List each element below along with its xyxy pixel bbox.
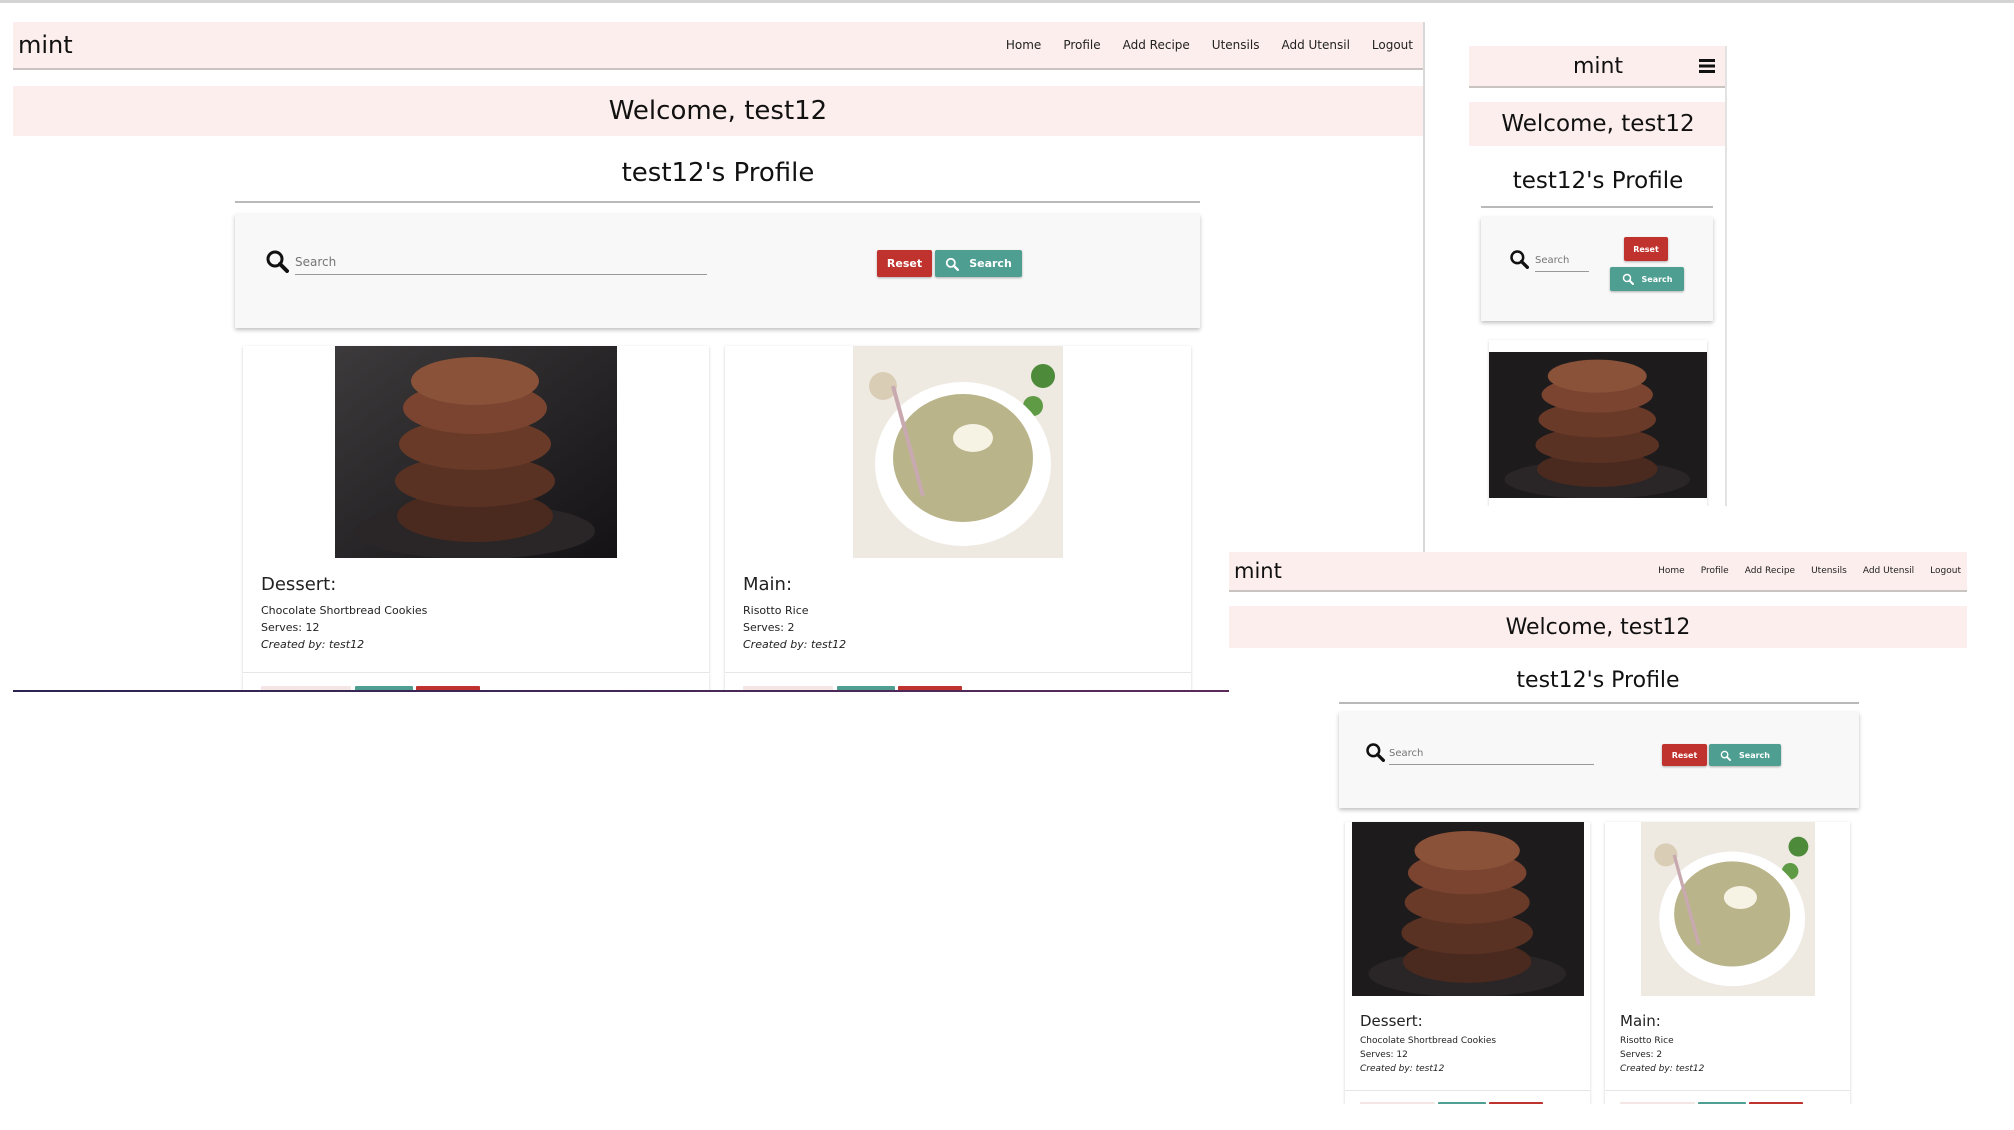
nav-add-recipe[interactable]: Add Recipe — [1123, 38, 1190, 52]
recipe-image-cookies[interactable] — [1352, 822, 1584, 996]
recipe-card[interactable]: Main: Risotto Rice Serves: 2 Created by:… — [1605, 822, 1850, 1104]
search-button[interactable]: Search — [1709, 744, 1781, 766]
risotto-illustration — [853, 346, 1063, 558]
welcome-banner: Welcome, test12 — [13, 86, 1423, 136]
cookies-illustration — [1489, 352, 1707, 498]
nav-utensils[interactable]: Utensils — [1212, 38, 1260, 52]
search-input[interactable] — [1535, 249, 1589, 272]
search-icon — [946, 257, 960, 271]
nav-profile[interactable]: Profile — [1063, 38, 1100, 52]
recipe-name: Risotto Rice — [1620, 1036, 1674, 1046]
recipe-name: Risotto Rice — [743, 604, 809, 617]
search-icon — [266, 250, 289, 273]
recipe-image-risotto[interactable] — [853, 346, 1063, 558]
recipe-category: Dessert: — [261, 574, 337, 595]
recipe-serves: Serves: 2 — [1620, 1050, 1663, 1060]
cookies-illustration — [335, 346, 617, 558]
welcome-banner: Welcome, test12 — [1229, 606, 1967, 648]
title-divider — [1481, 206, 1713, 208]
search-input[interactable] — [1389, 742, 1594, 765]
nav-profile[interactable]: Profile — [1701, 566, 1729, 576]
search-button[interactable]: Search — [1610, 267, 1684, 291]
navbar: mint Home Profile Add Recipe Utensils Ad… — [1229, 552, 1967, 592]
nav-home[interactable]: Home — [1006, 38, 1041, 52]
search-panel: Reset Search — [1481, 217, 1713, 321]
navbar: mint Home Profile Add Recipe Utensils Ad… — [13, 22, 1423, 70]
nav-add-utensil[interactable]: Add Utensil — [1863, 566, 1914, 576]
recipe-category: Dessert: — [1360, 1012, 1423, 1030]
search-button-label: Search — [1739, 750, 1770, 760]
recipe-created-by: Created by: test12 — [743, 638, 847, 651]
search-icon — [1720, 750, 1732, 761]
recipe-name: Chocolate Shortbread Cookies — [1360, 1036, 1497, 1046]
recipe-card[interactable]: Dessert: Chocolate Shortbread Cookies Se… — [243, 346, 709, 692]
recipe-image-cookies[interactable] — [335, 346, 617, 558]
nav-links: Home Profile Add Recipe Utensils Add Ute… — [1006, 38, 1413, 52]
page-title: test12's Profile — [1516, 668, 1680, 693]
search-button[interactable]: Search — [935, 250, 1022, 277]
nav-logout[interactable]: Logout — [1930, 566, 1961, 576]
search-button-label: Search — [1641, 274, 1673, 284]
nav-links: Home Profile Add Recipe Utensils Add Ute… — [1658, 566, 1961, 576]
card-footer-divider — [1345, 1090, 1590, 1091]
nav-logout[interactable]: Logout — [1372, 38, 1413, 52]
recipe-serves: Serves: 12 — [1360, 1050, 1408, 1060]
search-input[interactable] — [295, 250, 707, 275]
recipe-created-by: Created by: test12 — [1620, 1064, 1705, 1074]
search-icon — [1510, 250, 1529, 269]
search-icon — [1366, 743, 1385, 762]
recipe-created-by: Created by: test12 — [1360, 1064, 1445, 1074]
recipe-category: Main: — [1620, 1012, 1661, 1030]
nav-add-recipe[interactable]: Add Recipe — [1745, 566, 1795, 576]
recipe-image-risotto[interactable] — [1641, 822, 1815, 996]
search-button-label: Search — [969, 257, 1012, 270]
brand-logo[interactable]: mint — [18, 31, 73, 59]
recipe-created-by: Created by: test12 — [261, 638, 365, 651]
risotto-illustration — [1641, 822, 1815, 996]
card-action-button[interactable] — [1620, 1102, 1695, 1104]
brand-logo[interactable]: mint — [1234, 559, 1282, 583]
reset-button[interactable]: Reset — [1624, 237, 1668, 261]
card-footer-divider — [243, 672, 709, 673]
desktop-view-bottom-edge — [13, 690, 1229, 692]
desktop-view-right-edge — [1423, 22, 1425, 552]
page-title: test12's Profile — [621, 158, 815, 188]
hamburger-menu-icon[interactable] — [1699, 58, 1715, 74]
card-footer-divider — [1605, 1090, 1850, 1091]
recipe-card[interactable]: Dessert: Chocolate Shortbread Cookies Se… — [1345, 822, 1590, 1104]
nav-home[interactable]: Home — [1658, 566, 1685, 576]
tablet-view: mint Home Profile Add Recipe Utensils Ad… — [1229, 552, 1967, 1104]
brand-logo[interactable]: mint — [1573, 54, 1623, 79]
recipe-serves: Serves: 12 — [261, 621, 320, 634]
card-action-button[interactable] — [1698, 1102, 1746, 1104]
search-icon — [1622, 273, 1634, 285]
recipe-image-cookies[interactable] — [1489, 352, 1707, 498]
screen-top-border — [0, 0, 2014, 3]
nav-add-utensil[interactable]: Add Utensil — [1281, 38, 1349, 52]
reset-button[interactable]: Reset — [877, 250, 932, 277]
welcome-banner: Welcome, test12 — [1469, 102, 1727, 146]
desktop-view: mint Home Profile Add Recipe Utensils Ad… — [13, 22, 1423, 692]
card-action-button[interactable] — [1749, 1102, 1803, 1104]
card-action-button[interactable] — [1438, 1102, 1486, 1104]
page-title: test12's Profile — [1512, 168, 1684, 194]
mobile-navbar: mint — [1469, 46, 1727, 88]
recipe-category: Main: — [743, 574, 793, 595]
search-panel: Reset Search — [235, 214, 1200, 328]
recipe-card[interactable]: Main: Risotto Rice Serves: 2 Created by:… — [725, 346, 1191, 692]
card-footer-divider — [725, 672, 1191, 673]
title-divider — [235, 201, 1200, 203]
search-panel: Reset Search — [1339, 712, 1859, 808]
recipe-name: Chocolate Shortbread Cookies — [261, 604, 428, 617]
reset-button[interactable]: Reset — [1662, 744, 1707, 766]
title-divider — [1339, 702, 1859, 704]
recipe-card[interactable] — [1489, 340, 1707, 506]
mobile-view-right-edge — [1725, 46, 1727, 506]
card-action-button[interactable] — [1489, 1102, 1543, 1104]
nav-utensils[interactable]: Utensils — [1811, 566, 1847, 576]
card-action-button[interactable] — [1360, 1102, 1435, 1104]
recipe-serves: Serves: 2 — [743, 621, 795, 634]
cookies-illustration — [1352, 822, 1584, 996]
mobile-view: mint Welcome, test12 test12's Profile Re… — [1469, 46, 1727, 506]
